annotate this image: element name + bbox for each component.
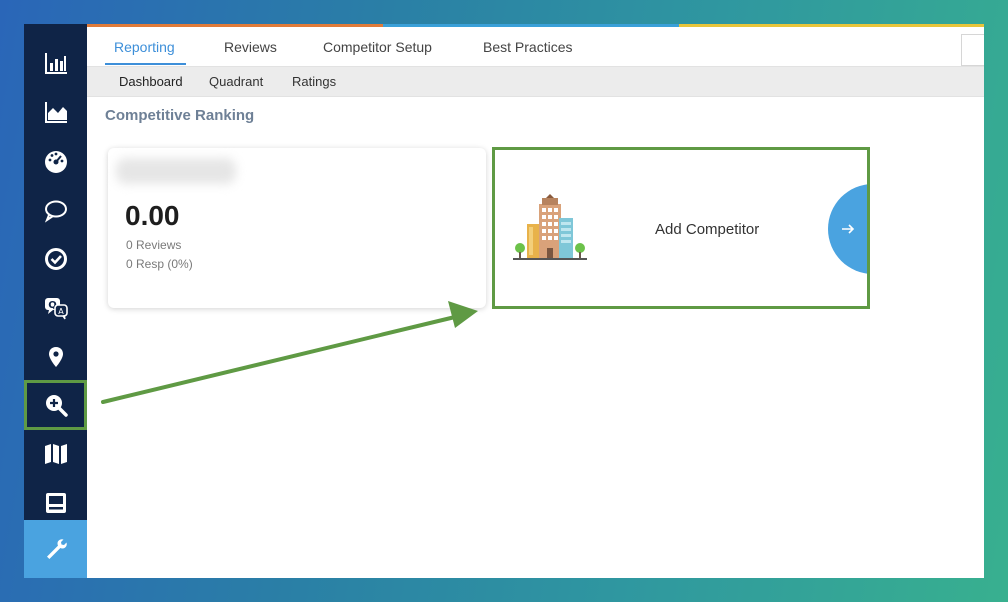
wrench-icon (46, 539, 67, 559)
sidebar-item-tasks[interactable] (24, 234, 87, 283)
tab-best-practices[interactable]: Best Practices (483, 39, 572, 55)
zoom-in-icon (45, 395, 68, 417)
tab-reporting[interactable]: Reporting (114, 39, 175, 55)
svg-text:A: A (58, 307, 64, 316)
sidebar-item-reports[interactable] (24, 38, 87, 87)
top-right-control[interactable] (961, 34, 984, 66)
tab-reviews[interactable]: Reviews (224, 39, 277, 55)
sidebar-item-qa[interactable]: Q A (24, 283, 87, 332)
section-title: Competitive Ranking (105, 107, 255, 124)
subtab-ratings[interactable]: Ratings (292, 74, 336, 89)
sidebar: Q A (24, 24, 87, 578)
check-circle-icon (44, 247, 67, 270)
business-score-card[interactable]: 0.00 0 Reviews 0 Resp (0%) (108, 148, 486, 308)
sidebar-item-trends[interactable] (24, 87, 87, 136)
sidebar-item-locations[interactable] (24, 332, 87, 381)
add-competitor-label: Add Competitor (655, 221, 760, 238)
sub-tabs: Dashboard Quadrant Ratings (87, 66, 984, 97)
blurred-business-name (116, 158, 236, 184)
subtab-quadrant[interactable]: Quadrant (209, 74, 263, 89)
app-window: Q A Reporting Reviews Competitor Setup B… (24, 24, 984, 578)
dashboard-gauge-icon (44, 150, 67, 173)
arrow-right-icon (842, 224, 855, 234)
qa-icon: Q A (44, 297, 68, 319)
area-chart-icon (44, 101, 67, 123)
bar-chart-icon (44, 52, 67, 74)
active-tab-indicator (105, 63, 186, 65)
window-panel-icon (45, 492, 66, 513)
reviews-count: 0 Reviews (126, 238, 182, 252)
tab-competitor-setup[interactable]: Competitor Setup (323, 39, 432, 55)
subtab-dashboard[interactable]: Dashboard (119, 74, 183, 89)
sidebar-item-competitors[interactable] (24, 380, 87, 430)
sidebar-item-settings[interactable] (24, 520, 87, 578)
map-icon (44, 443, 67, 464)
sidebar-item-map[interactable] (24, 429, 87, 478)
main-tabs: Reporting Reviews Competitor Setup Best … (87, 27, 984, 66)
location-pin-icon (48, 346, 63, 367)
add-competitor-card[interactable]: Add Competitor (492, 147, 870, 309)
add-competitor-button[interactable] (828, 184, 867, 274)
response-count: 0 Resp (0%) (126, 257, 193, 271)
building-icon (513, 194, 587, 260)
sidebar-item-messages[interactable] (24, 185, 87, 234)
score-value: 0.00 (125, 200, 180, 231)
chat-bubble-icon (44, 200, 67, 223)
sidebar-item-dashboard[interactable] (24, 136, 87, 185)
